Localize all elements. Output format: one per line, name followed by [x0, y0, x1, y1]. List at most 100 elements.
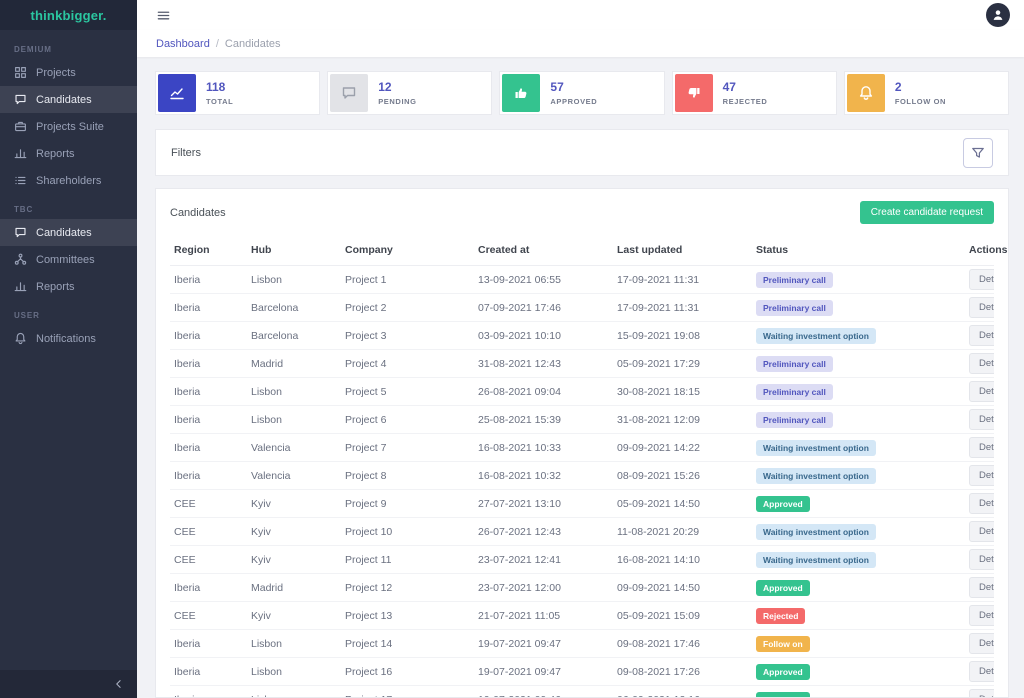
- details-button[interactable]: Details: [969, 437, 994, 458]
- breadcrumb-current: Candidates: [225, 38, 281, 50]
- cell-status: Waiting investment option: [752, 546, 965, 574]
- cell-company: Project 3: [341, 322, 474, 350]
- sidebar-item-candidates[interactable]: Candidates: [0, 219, 137, 246]
- cell-status: Preliminary call: [752, 350, 965, 378]
- status-badge: Approved: [756, 580, 810, 596]
- cell-last-updated: 05-09-2021 14:50: [613, 490, 752, 518]
- details-button[interactable]: Details: [969, 633, 994, 654]
- table-row: IberiaLisbonProject 1619-07-2021 09:4709…: [170, 658, 994, 686]
- menu-icon[interactable]: [156, 8, 171, 23]
- stat-card-approved: 57APPROVED: [499, 71, 664, 115]
- cell-status: Follow on: [752, 630, 965, 658]
- status-badge: Preliminary call: [756, 384, 833, 400]
- cell-created-at: 27-07-2021 13:10: [474, 490, 613, 518]
- cell-last-updated: 17-09-2021 11:31: [613, 266, 752, 294]
- cell-last-updated: 05-09-2021 17:29: [613, 350, 752, 378]
- table-row: IberiaValenciaProject 816-08-2021 10:320…: [170, 462, 994, 490]
- column-header-status: Status: [752, 237, 965, 266]
- sidebar-item-shareholders[interactable]: Shareholders: [0, 167, 137, 194]
- sidebar-item-notifications[interactable]: Notifications: [0, 325, 137, 352]
- sidebar-item-reports[interactable]: Reports: [0, 273, 137, 300]
- status-badge: Preliminary call: [756, 300, 833, 316]
- cell-hub: Lisbon: [247, 266, 341, 294]
- cell-company: Project 7: [341, 434, 474, 462]
- cell-region: Iberia: [170, 350, 247, 378]
- details-button[interactable]: Details: [969, 269, 994, 290]
- details-button[interactable]: Details: [969, 409, 994, 430]
- cell-hub: Barcelona: [247, 322, 341, 350]
- cell-last-updated: 09-09-2021 14:50: [613, 574, 752, 602]
- status-badge: Waiting investment option: [756, 440, 876, 456]
- cell-created-at: 19-07-2021 09:47: [474, 658, 613, 686]
- cell-created-at: 07-09-2021 17:46: [474, 294, 613, 322]
- candidates-title: Candidates: [170, 207, 226, 219]
- cell-status: Preliminary call: [752, 294, 965, 322]
- cell-status: Waiting investment option: [752, 462, 965, 490]
- status-badge: Preliminary call: [756, 356, 833, 372]
- sidebar-collapse-button[interactable]: [0, 670, 137, 698]
- cell-created-at: 31-08-2021 12:43: [474, 350, 613, 378]
- list-icon: [14, 174, 27, 187]
- cell-region: Iberia: [170, 574, 247, 602]
- table-row: IberiaLisbonProject 113-09-2021 06:5517-…: [170, 266, 994, 294]
- cell-hub: Lisbon: [247, 630, 341, 658]
- cell-company: Project 16: [341, 658, 474, 686]
- details-button[interactable]: Details: [969, 605, 994, 626]
- cell-company: Project 8: [341, 462, 474, 490]
- cell-last-updated: 09-08-2021 17:26: [613, 658, 752, 686]
- cell-region: Iberia: [170, 294, 247, 322]
- sidebar-item-committees[interactable]: Committees: [0, 246, 137, 273]
- cell-hub: Madrid: [247, 350, 341, 378]
- sidebar-item-projects[interactable]: Projects: [0, 59, 137, 86]
- cell-region: CEE: [170, 518, 247, 546]
- column-header-hub: Hub: [247, 237, 341, 266]
- details-button[interactable]: Details: [969, 325, 994, 346]
- cell-status: Waiting investment option: [752, 434, 965, 462]
- breadcrumb-dashboard-link[interactable]: Dashboard: [156, 38, 210, 50]
- details-button[interactable]: Details: [969, 521, 994, 542]
- sidebar-item-reports[interactable]: Reports: [0, 140, 137, 167]
- sidebar-item-projects-suite[interactable]: Projects Suite: [0, 113, 137, 140]
- cell-company: Project 9: [341, 490, 474, 518]
- cell-region: CEE: [170, 546, 247, 574]
- details-button[interactable]: Details: [969, 381, 994, 402]
- briefcase-icon: [14, 120, 27, 133]
- cell-actions: Details: [965, 574, 994, 602]
- cell-region: Iberia: [170, 266, 247, 294]
- cell-region: Iberia: [170, 434, 247, 462]
- sidebar-item-label: Candidates: [36, 94, 92, 106]
- status-badge: Follow on: [756, 636, 810, 652]
- details-button[interactable]: Details: [969, 353, 994, 374]
- status-badge: Waiting investment option: [756, 328, 876, 344]
- create-candidate-request-button[interactable]: Create candidate request: [860, 201, 994, 224]
- cell-created-at: 03-09-2021 10:10: [474, 322, 613, 350]
- table-row: CEEKyivProject 1123-07-2021 12:4116-08-2…: [170, 546, 994, 574]
- details-button[interactable]: Details: [969, 661, 994, 682]
- avatar[interactable]: [986, 3, 1010, 27]
- details-button[interactable]: Details: [969, 465, 994, 486]
- chevron-left-icon: [113, 678, 125, 690]
- cell-created-at: 19-07-2021 09:47: [474, 630, 613, 658]
- details-button[interactable]: Details: [969, 549, 994, 570]
- cell-hub: Madrid: [247, 574, 341, 602]
- details-button[interactable]: Details: [969, 577, 994, 598]
- details-button[interactable]: Details: [969, 493, 994, 514]
- filter-button[interactable]: [963, 138, 993, 168]
- sidebar-item-label: Reports: [36, 148, 75, 160]
- sidebar-item-candidates[interactable]: Candidates: [0, 86, 137, 113]
- table-row: CEEKyivProject 927-07-2021 13:1005-09-20…: [170, 490, 994, 518]
- cell-region: Iberia: [170, 686, 247, 698]
- details-button[interactable]: Details: [969, 689, 994, 698]
- bell-icon: [847, 74, 885, 112]
- stats-row: 118TOTAL12PENDING57APPROVED47REJECTED2FO…: [155, 71, 1009, 115]
- cell-actions: Details: [965, 462, 994, 490]
- bell-icon: [14, 332, 27, 345]
- cell-last-updated: 09-09-2021 14:22: [613, 434, 752, 462]
- column-header-region: Region: [170, 237, 247, 266]
- cell-actions: Details: [965, 518, 994, 546]
- details-button[interactable]: Details: [969, 297, 994, 318]
- main-area: Dashboard / Candidates 118TOTAL12PENDING…: [137, 0, 1024, 698]
- breadcrumb: Dashboard / Candidates: [137, 30, 1024, 57]
- table-row: CEEKyivProject 1026-07-2021 12:4311-08-2…: [170, 518, 994, 546]
- cell-region: Iberia: [170, 658, 247, 686]
